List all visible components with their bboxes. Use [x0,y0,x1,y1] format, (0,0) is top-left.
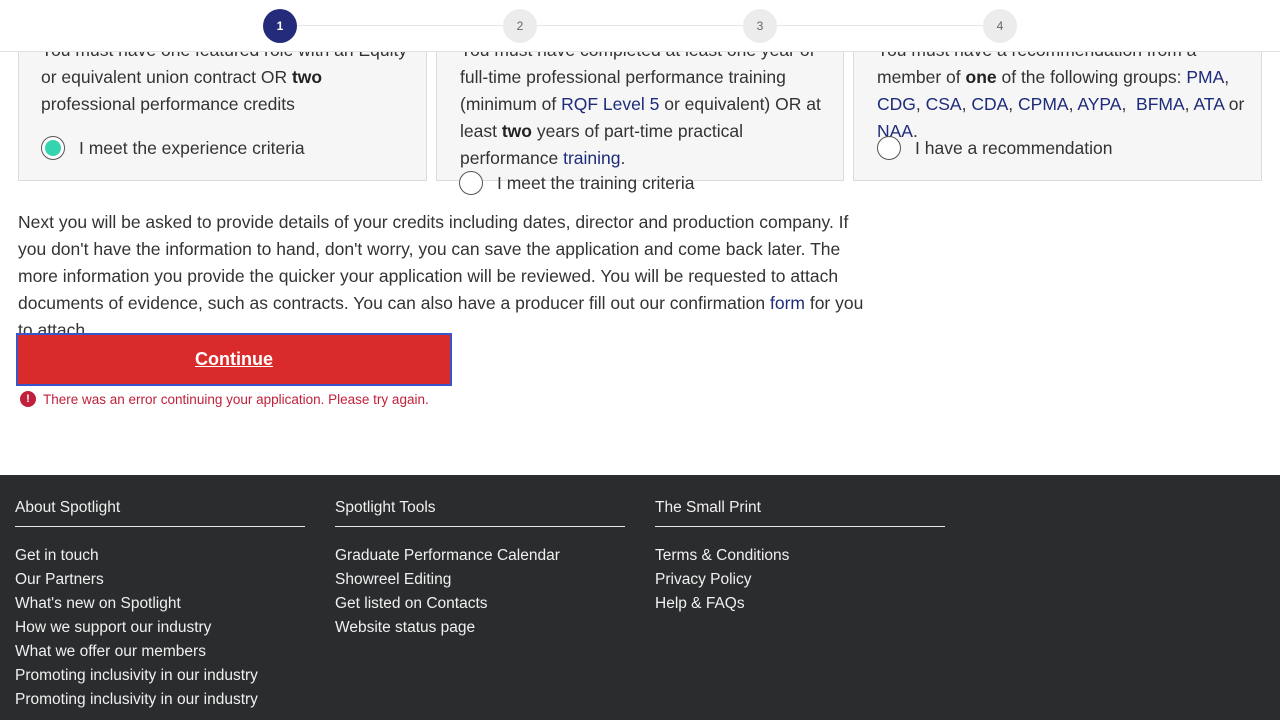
confirmation-form-link[interactable]: form [770,293,805,313]
radio-unselected-icon[interactable] [877,136,901,160]
progress-stepper: 1 2 3 4 [0,0,1280,52]
footer-link-inclusivity-2[interactable]: Promoting inclusivity in our industry [15,688,305,712]
error-icon: ! [20,391,36,407]
radio-selected-icon[interactable] [41,136,65,160]
footer-link-showreel[interactable]: Showreel Editing [335,568,625,592]
group-link-cdg[interactable]: CDG [877,94,916,114]
footer-link-help[interactable]: Help & FAQs [655,592,945,616]
footer: About Spotlight Get in touch Our Partner… [0,475,1280,720]
footer-col-tools: Spotlight Tools Graduate Performance Cal… [335,499,625,640]
recommendation-radio[interactable]: I have a recommendation [877,136,1112,160]
recommendation-bold: one [965,67,997,87]
continue-button[interactable]: Continue [16,333,452,386]
footer-col-small-print: The Small Print Terms & Conditions Priva… [655,499,945,616]
step-1[interactable]: 1 [263,9,297,43]
group-link-csa[interactable]: CSA [926,94,962,114]
footer-heading-about: About Spotlight [15,499,305,527]
group-link-bfma[interactable]: BFMA [1136,94,1185,114]
info-text: Next you will be asked to provide detail… [18,212,849,313]
footer-link-offer-members[interactable]: What we offer our members [15,640,305,664]
experience-radio-label: I meet the experience criteria [79,137,305,158]
rqf-level-link[interactable]: RQF Level 5 [561,94,659,114]
error-message: ! There was an error continuing your app… [20,391,429,407]
footer-list-about: Get in touch Our Partners What's new on … [15,544,305,712]
training-radio-label: I meet the training criteria [497,172,695,193]
footer-link-status[interactable]: Website status page [335,616,625,640]
footer-link-support-industry[interactable]: How we support our industry [15,616,305,640]
training-bold: two [501,121,532,141]
footer-heading-tools: Spotlight Tools [335,499,625,527]
error-text: There was an error continuing your appli… [43,391,429,407]
training-radio[interactable]: I meet the training criteria [459,171,694,195]
group-link-aypa[interactable]: AYPA [1077,94,1121,114]
footer-col-about: About Spotlight Get in touch Our Partner… [15,499,305,712]
footer-link-our-partners[interactable]: Our Partners [15,568,305,592]
experience-bold: two [291,67,323,87]
step-3[interactable]: 3 [743,9,777,43]
experience-radio[interactable]: I meet the experience criteria [41,136,305,160]
footer-link-whats-new[interactable]: What's new on Spotlight [15,592,305,616]
group-link-cda[interactable]: CDA [971,94,1008,114]
footer-link-inclusivity[interactable]: Promoting inclusivity in our industry [15,664,305,688]
footer-link-contacts[interactable]: Get listed on Contacts [335,592,625,616]
footer-list-tools: Graduate Performance Calendar Showreel E… [335,544,625,640]
recommendation-radio-label: I have a recommendation [915,137,1113,158]
radio-unselected-icon[interactable] [459,171,483,195]
experience-line-2: or equivalent union contract OR [41,67,292,87]
step-2[interactable]: 2 [503,9,537,43]
experience-line-3: professional performance credits [41,94,295,114]
training-link[interactable]: training [563,148,620,168]
stepper-line [297,25,983,26]
footer-link-calendar[interactable]: Graduate Performance Calendar [335,544,625,568]
info-paragraph: Next you will be asked to provide detail… [18,209,878,344]
footer-link-get-in-touch[interactable]: Get in touch [15,544,305,568]
group-link-cpma[interactable]: CPMA [1018,94,1069,114]
footer-heading-small-print: The Small Print [655,499,945,527]
group-link-pma[interactable]: PMA [1186,67,1224,87]
footer-list-small-print: Terms & Conditions Privacy Policy Help &… [655,544,945,616]
training-line-2: full-time professional performance train… [460,67,786,87]
group-link-ata[interactable]: ATA [1193,94,1223,114]
step-4[interactable]: 4 [983,9,1017,43]
footer-link-terms[interactable]: Terms & Conditions [655,544,945,568]
footer-link-privacy[interactable]: Privacy Policy [655,568,945,592]
